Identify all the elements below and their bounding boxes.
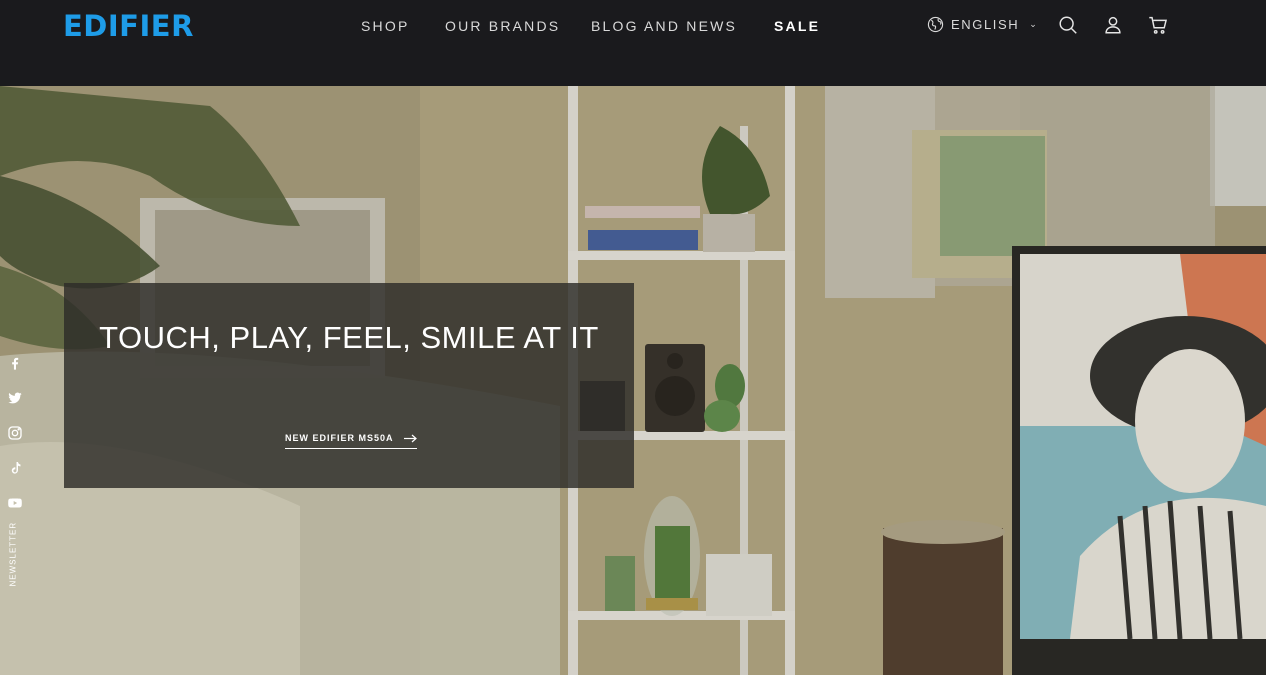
newsletter-label: NEWSLETTER [8, 521, 18, 587]
hero-heading: TOUCH, PLAY, FEEL, SMILE AT IT [99, 320, 599, 355]
account-button[interactable] [1102, 14, 1124, 36]
search-button[interactable] [1057, 14, 1079, 36]
language-selector[interactable]: ENGLISH ⌄ [927, 16, 1038, 33]
globe-icon [927, 16, 944, 33]
youtube-link[interactable] [5, 493, 25, 513]
facebook-icon [12, 357, 19, 370]
account-icon [1105, 16, 1121, 34]
site-header: EDIFIER SHOP OUR BRANDS BLOG AND NEWS SA… [0, 0, 1266, 86]
youtube-icon [8, 498, 22, 508]
twitter-link[interactable] [5, 388, 25, 408]
instagram-icon [8, 426, 22, 440]
cart-button[interactable] [1147, 14, 1169, 36]
search-icon [1059, 16, 1077, 34]
tiktok-icon [11, 462, 21, 474]
facebook-link[interactable] [5, 353, 25, 373]
instagram-link[interactable] [5, 423, 25, 443]
twitter-icon [8, 392, 22, 404]
nav-blog-and-news[interactable]: BLOG AND NEWS [591, 17, 737, 35]
language-label: ENGLISH [951, 17, 1020, 32]
arrow-right-icon [403, 434, 417, 442]
newsletter-tab[interactable]: NEWSLETTER [3, 521, 23, 590]
hero-cta-label: NEW EDIFIER MS50A [285, 433, 394, 443]
hero-text-panel: TOUCH, PLAY, FEEL, SMILE AT IT NEW EDIFI… [64, 283, 634, 488]
nav-shop[interactable]: SHOP [361, 17, 409, 35]
hero-banner: TOUCH, PLAY, FEEL, SMILE AT IT NEW EDIFI… [0, 86, 1266, 675]
nav-our-brands[interactable]: OUR BRANDS [445, 17, 560, 35]
chevron-down-icon: ⌄ [1029, 19, 1039, 29]
tiktok-link[interactable] [5, 458, 25, 478]
cart-icon [1149, 16, 1168, 34]
hero-cta-link[interactable]: NEW EDIFIER MS50A [285, 433, 417, 449]
nav-sale[interactable]: SALE [774, 17, 820, 35]
